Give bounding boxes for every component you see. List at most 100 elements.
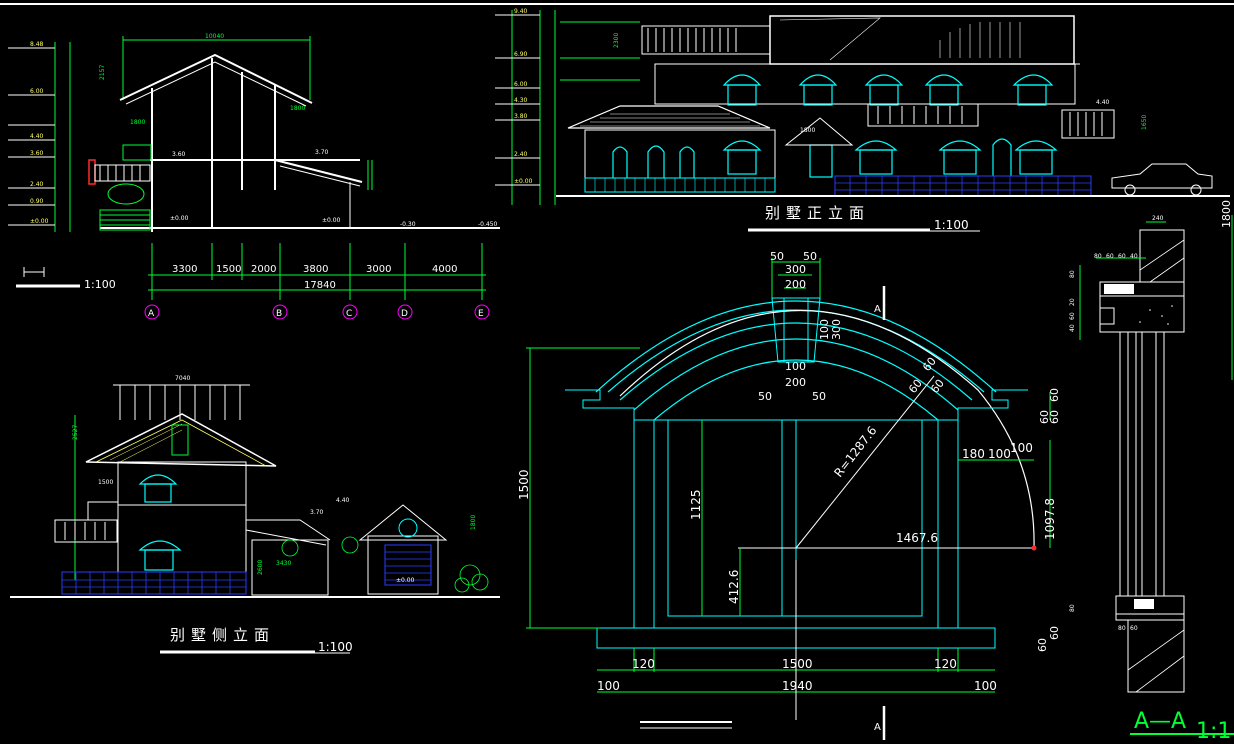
side-dim: 7040 [175,375,190,382]
total-width-dim: 17840 [304,280,336,291]
arch-bottom-dim: 100 [974,679,997,693]
arch-bottom-dim: 120 [632,657,655,671]
aa-dim: 60 [1118,253,1126,260]
arch-bottom-dim: 1940 [782,679,813,693]
level-label: 2.40 [30,181,44,188]
aa-dim: 240 [1152,215,1164,222]
side-dim: 4.40 [336,497,350,504]
arch-window-detail: 50 50 300 200 100 200 50 50 100 300 R=12… [517,250,1061,740]
arch-dim: 300 [830,319,843,340]
aa-scale: 1:1 [1196,719,1231,744]
side-dim: 2600 [257,560,264,575]
aa-dim: 40 [1130,253,1138,260]
level-label: 6.00 [30,88,44,95]
axis-label: A [148,309,155,319]
section-dim: 1800 [130,119,145,126]
front-level: ±0.00 [514,178,533,185]
aa-dim: 60 [1130,625,1138,632]
aa-section-detail: 240 80 60 60 40 80 20 60 40 80 80 60 180… [1069,200,1234,744]
side-dim: 1800 [470,515,477,530]
inner-level: -0.450 [478,221,498,228]
arch-dim: 50 [770,250,784,263]
section-mark: A [874,722,881,733]
arch-dim: 50 [812,390,826,403]
arch-dim: 100 [1010,441,1033,455]
arch-dim: 60 [1048,388,1061,402]
level-label: 8.48 [30,41,44,48]
section-scale: 1:100 [84,278,116,291]
car-icon [1111,163,1213,196]
front-dim: 2300 [613,33,620,48]
side-elevation: 7040 2527 1500 4.40 3.70 ±0.00 1800 2600 [10,375,500,654]
level-label: 3.60 [30,150,44,157]
aa-dim: 80 [1118,625,1126,632]
arch-dim: 200 [785,376,806,389]
aa-dim: 60 [1106,253,1114,260]
front-level: 2.40 [514,151,528,158]
aa-dim: 20 [1069,298,1076,306]
aa-dim: 80 [1069,270,1076,278]
front-level: 6.00 [514,81,528,88]
level-label: 0.90 [30,198,44,205]
inner-level: 3.70 [315,149,329,156]
overall-width-dim: 10040 [205,33,224,40]
front-level: 4.30 [514,97,528,104]
width-dim: 1500 [216,264,241,275]
front-elevation-title: 别墅正立面 [765,204,870,222]
axis-label: C [346,309,352,319]
inner-level: ±0.00 [170,215,189,222]
axis-label: D [401,309,408,319]
arch-dim: 60 [1038,410,1051,424]
section-mark: A [874,304,881,315]
axis-label: B [276,309,282,319]
cad-drawing-canvas: 8.48 6.00 4.40 3.60 2.40 0.90 ±0.00 1004… [0,3,1234,744]
arch-bottom-dim: 120 [934,657,957,671]
front-level: 3.80 [514,113,528,120]
front-level: 9.40 [514,8,528,15]
aa-side-dim: 1800 [1220,200,1233,228]
section-drawing: 8.48 6.00 4.40 3.60 2.40 0.90 ±0.00 1004… [8,33,500,320]
aa-dim: 80 [1094,253,1102,260]
front-elevation: 9.40 6.90 6.00 4.30 3.80 2.40 ±0.00 2300 [495,8,1230,232]
arch-dim: 100 [988,447,1011,461]
arch-bottom-dim: 1500 [782,657,813,671]
side-dim: 3430 [276,560,291,567]
arch-span: 1467.6 [896,531,938,545]
front-dim: 1650 [1141,115,1148,130]
width-dim: 3800 [303,264,328,275]
inner-level: 3.60 [172,151,186,158]
section-dim: 1800 [290,105,305,112]
arch-dim: 300 [785,263,806,276]
inner-level: ±0.00 [322,217,341,224]
side-elevation-title: 别墅侧立面 [170,626,275,644]
aa-dim: 80 [1069,604,1076,612]
arch-height: 1500 [517,469,531,500]
width-dim: 3000 [366,264,391,275]
side-dim: 1500 [98,479,113,486]
arch-dim: 200 [785,278,806,291]
aa-title: A—A [1134,709,1186,734]
arch-dim: 50 [758,390,772,403]
arch-height-right: 1097.8 [1043,498,1057,540]
arch-bottom-dim: 60 [1048,626,1061,640]
upper-window-row [722,74,1054,106]
side-dim: 2527 [72,425,79,440]
front-scale: 1:100 [934,218,969,232]
level-label: 4.40 [30,133,44,140]
width-dim: 4000 [432,264,457,275]
arch-radius: R=1287.6 [831,424,879,480]
arch-inner: 412.6 [727,570,741,604]
aa-dim: 60 [1069,312,1076,320]
side-dim: 3.70 [310,509,324,516]
width-dim: 2000 [251,264,276,275]
front-level: 6.90 [514,51,528,58]
brick-base [834,175,1092,197]
front-dim: 1800 [800,127,815,134]
arch-bottom-dim: 100 [597,679,620,693]
arch-inner: 1125 [689,489,703,520]
inner-level: -0.30 [400,221,416,228]
arch-dim: 50 [803,250,817,263]
side-dim: ±0.00 [396,577,415,584]
aa-dim: 40 [1069,324,1076,332]
side-scale: 1:100 [318,640,353,654]
